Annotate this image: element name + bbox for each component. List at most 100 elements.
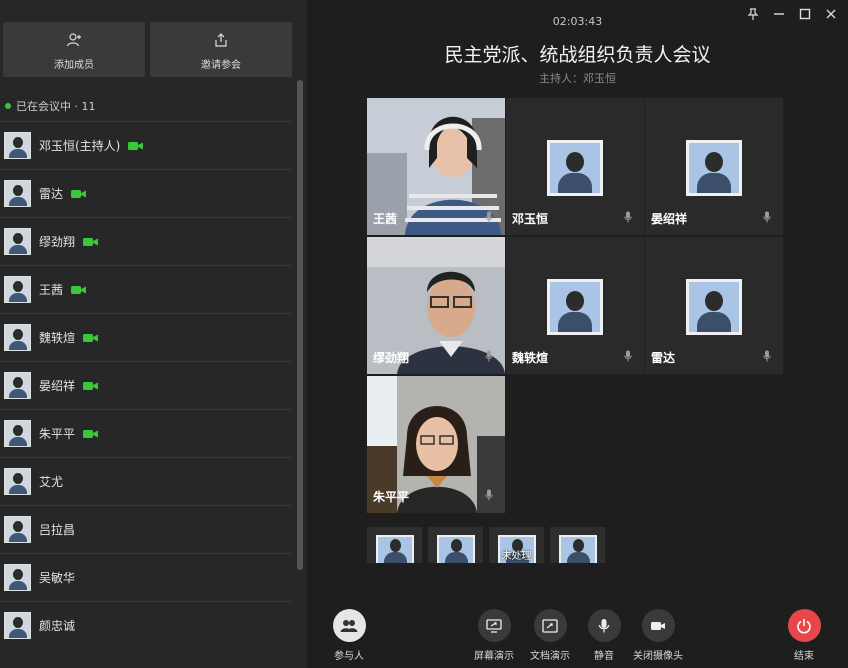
participant-panel: 添加成员 邀请参会 已在会议中 · 11 邓玉恒(主持人) 雷达缪劲翔王茜魏轶煊晏… — [0, 0, 307, 668]
thumbnail[interactable]: 未处理 — [489, 527, 544, 563]
thumbnail[interactable] — [428, 527, 483, 563]
add-user-icon — [3, 32, 145, 52]
participant-row[interactable]: 雷达 — [0, 169, 291, 217]
tile-name: 王茜 — [373, 212, 398, 226]
participant-name: 王茜 — [39, 283, 64, 297]
video-camera-icon — [71, 280, 87, 299]
end-meeting-button[interactable]: 结束 — [774, 609, 834, 662]
participant-row[interactable]: 艾尤 — [0, 457, 291, 505]
participant-name: 缪劲翔 — [39, 235, 76, 249]
status-text: 已在会议中 · 11 — [16, 100, 96, 113]
avatar — [4, 612, 31, 639]
thumbnail-strip: 未处理 — [367, 527, 605, 563]
camera-icon — [641, 609, 675, 642]
participant-name: 朱平平 — [39, 427, 76, 441]
microphone-icon — [763, 347, 771, 366]
meeting-title: 民主党派、统战组织负责人会议 — [444, 44, 711, 66]
participant-name: 晏绍祥 — [39, 379, 76, 393]
doc-share-button[interactable]: 文档演示 — [520, 609, 580, 662]
video-tile[interactable]: 雷达 — [645, 237, 783, 374]
tile-name: 雷达 — [651, 351, 676, 365]
tile-name: 晏绍祥 — [651, 212, 688, 226]
participant-row[interactable]: 吴敏华 — [0, 553, 291, 601]
thumbnail[interactable] — [367, 527, 422, 563]
participant-row[interactable]: 缪劲翔 — [0, 217, 291, 265]
document-share-icon — [533, 609, 567, 642]
tile-name: 朱平平 — [373, 490, 410, 504]
screen-share-button[interactable]: 屏幕演示 — [464, 609, 524, 662]
camera-off-label: 关闭摄像头 — [633, 651, 683, 662]
participant-photo — [547, 140, 603, 196]
participant-row[interactable]: 颜忠诚 — [0, 601, 291, 649]
avatar — [4, 372, 31, 399]
mute-label: 静音 — [594, 651, 614, 662]
avatar — [4, 468, 31, 495]
close-icon[interactable] — [824, 6, 838, 20]
participant-photo — [559, 535, 597, 563]
participant-name: 吕拉昌 — [39, 523, 76, 537]
participant-row[interactable]: 吕拉昌 — [0, 505, 291, 553]
video-tile[interactable]: 邓玉恒 — [506, 98, 644, 235]
participant-photo — [547, 279, 603, 335]
tile-name: 邓玉恒 — [512, 212, 549, 226]
video-tile[interactable]: 魏轶煊 — [506, 237, 644, 374]
participant-photo — [376, 535, 414, 563]
participant-row[interactable]: 朱平平 — [0, 409, 291, 457]
video-camera-icon — [71, 184, 87, 203]
participant-name: 魏轶煊 — [39, 331, 76, 345]
microphone-icon — [485, 347, 493, 366]
invite-button[interactable]: 邀请参会 — [150, 22, 292, 77]
participant-row[interactable]: 魏轶煊 — [0, 313, 291, 361]
tile-name: 缪劲翔 — [373, 351, 410, 365]
participant-name: 颜忠诚 — [39, 619, 76, 633]
participant-name: 吴敏华 — [39, 571, 76, 585]
participant-row[interactable]: 王茜 — [0, 265, 291, 313]
participant-photo — [437, 535, 475, 563]
mute-button[interactable]: 静音 — [574, 609, 634, 662]
participant-row[interactable]: 晏绍祥 — [0, 361, 291, 409]
avatar — [4, 228, 31, 255]
video-camera-icon — [83, 376, 99, 395]
participant-row[interactable]: 邓玉恒(主持人) — [0, 121, 291, 169]
screen-share-icon — [477, 609, 511, 642]
microphone-icon — [624, 347, 632, 366]
screen-share-label: 屏幕演示 — [474, 651, 514, 662]
avatar — [4, 132, 31, 159]
microphone-icon — [624, 208, 632, 227]
add-member-label: 添加成员 — [54, 60, 94, 71]
meeting-host: 主持人：邓玉恒 — [539, 72, 616, 85]
video-tile[interactable]: 王茜 — [367, 98, 505, 235]
participant-photo — [686, 140, 742, 196]
avatar — [4, 420, 31, 447]
video-camera-icon — [83, 328, 99, 347]
participant-name: 邓玉恒(主持人) — [39, 139, 121, 153]
video-tile[interactable]: 朱平平 — [367, 376, 505, 513]
microphone-icon — [587, 609, 621, 642]
meeting-status: 已在会议中 · 11 — [5, 98, 96, 114]
end-label: 结束 — [794, 651, 814, 662]
participant-photo — [686, 279, 742, 335]
share-icon — [150, 32, 292, 52]
maximize-icon[interactable] — [798, 6, 812, 20]
participant-list: 邓玉恒(主持人) 雷达缪劲翔王茜魏轶煊晏绍祥朱平平艾尤吕拉昌吴敏华颜忠诚 — [0, 121, 291, 649]
participant-list-scrollbar[interactable] — [297, 80, 303, 570]
power-icon — [787, 609, 821, 642]
participants-button[interactable]: 参与人 — [319, 609, 379, 662]
video-tile[interactable]: 晏绍祥 — [645, 98, 783, 235]
add-member-button[interactable]: 添加成员 — [3, 22, 145, 77]
avatar — [4, 516, 31, 543]
thumbnail[interactable] — [550, 527, 605, 563]
participants-icon — [332, 609, 366, 642]
thumbnail-label: 未处理 — [501, 551, 532, 562]
doc-share-label: 文档演示 — [530, 651, 570, 662]
video-camera-icon — [83, 232, 99, 251]
microphone-icon — [485, 208, 493, 227]
video-tile[interactable]: 缪劲翔 — [367, 237, 505, 374]
participant-name: 艾尤 — [39, 475, 64, 489]
avatar — [4, 324, 31, 351]
tile-name: 魏轶煊 — [512, 351, 549, 365]
pin-icon[interactable] — [746, 6, 760, 20]
camera-off-button[interactable]: 关闭摄像头 — [628, 609, 688, 662]
minimize-icon[interactable] — [772, 6, 786, 20]
avatar — [4, 180, 31, 207]
